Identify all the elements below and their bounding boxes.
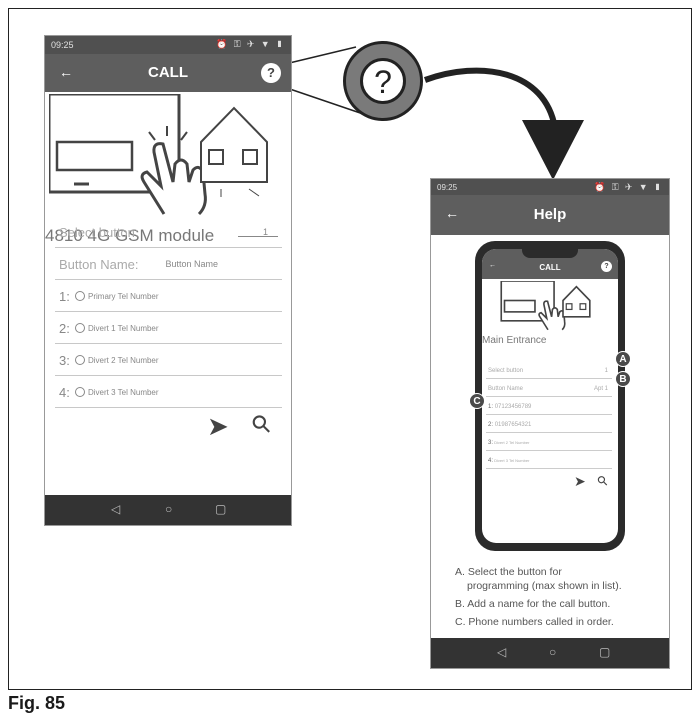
mockup-tel-index: 2: bbox=[488, 422, 494, 428]
send-icon[interactable]: ➤ bbox=[207, 411, 229, 442]
zoom-callout: ? bbox=[343, 41, 423, 121]
mockup-tel-index: 4: bbox=[488, 458, 494, 464]
tel-number-field[interactable]: Divert 3 Tel Number bbox=[88, 388, 159, 397]
nav-home-icon[interactable]: ○ bbox=[165, 502, 172, 516]
mockup-tel-text: Divert 3 Tel Number bbox=[494, 458, 530, 463]
mockup-name-value: Apt 1 bbox=[593, 386, 608, 392]
badge-c: C bbox=[469, 393, 485, 409]
mockup-select-row: Select button 1 bbox=[486, 361, 612, 379]
phone-icon bbox=[75, 355, 85, 365]
status-bar: 09:25 ⏰ ⚿ ✈ ▼ ▮ bbox=[431, 179, 669, 195]
tel-index: 3: bbox=[59, 353, 70, 368]
help-item-b: B. Add a name for the call button. bbox=[455, 598, 611, 610]
mockup-tel-text: 01987654321 bbox=[494, 422, 532, 428]
mockup-tel-index: 1: bbox=[488, 404, 494, 410]
nav-recents-icon[interactable]: ▢ bbox=[215, 502, 226, 516]
zoomed-help-icon: ? bbox=[360, 58, 406, 104]
mockup-search-icon: ⚲ bbox=[593, 471, 612, 490]
phone-icon bbox=[75, 323, 85, 333]
figure-label: Fig. 85 bbox=[8, 693, 66, 713]
mockup-send-icon: ➤ bbox=[574, 473, 586, 489]
help-item-a-cont: programming (max shown in list). bbox=[467, 580, 622, 592]
tel-row-1[interactable]: 1: Primary Tel Number bbox=[55, 280, 282, 312]
android-nav-bar: ◁ ○ ▢ bbox=[431, 638, 669, 668]
tel-number-field[interactable]: Primary Tel Number bbox=[88, 292, 159, 301]
select-underline bbox=[238, 236, 278, 237]
tel-index: 4: bbox=[59, 385, 70, 400]
nav-home-icon[interactable]: ○ bbox=[549, 645, 556, 659]
mockup-title: CALL bbox=[539, 263, 561, 272]
mockup-module-title: Main Entrance bbox=[482, 335, 547, 346]
tel-row-3[interactable]: 3: Divert 2 Tel Number bbox=[55, 344, 282, 376]
search-icon[interactable]: ⚲ bbox=[245, 408, 278, 441]
status-bar: 09:25 ⏰ ⚿ ✈ ▼ ▮ bbox=[45, 36, 291, 54]
tel-row-2[interactable]: 2: Divert 1 Tel Number bbox=[55, 312, 282, 344]
status-time: 09:25 bbox=[437, 183, 458, 192]
nav-back-icon[interactable]: ◁ bbox=[111, 502, 120, 516]
android-nav-bar: ◁ ○ ▢ bbox=[45, 495, 291, 525]
tel-number-field[interactable]: Divert 1 Tel Number bbox=[88, 324, 159, 333]
help-screen-phone: 09:25 ⏰ ⚿ ✈ ▼ ▮ ← Help ← CALL ? Main Ent… bbox=[430, 178, 670, 669]
door-entry-illustration bbox=[49, 94, 268, 216]
mockup-tel-text: Divert 2 Tel Number bbox=[494, 440, 530, 445]
help-item-a: A. Select the button for bbox=[455, 566, 562, 578]
tel-number-field[interactable]: Divert 2 Tel Number bbox=[88, 356, 159, 365]
mockup-tel-row-1: 1: 07123456789 bbox=[486, 397, 612, 415]
nav-back-icon[interactable]: ◁ bbox=[497, 645, 506, 659]
tel-index: 2: bbox=[59, 321, 70, 336]
button-name-input[interactable]: Button Name bbox=[165, 259, 218, 269]
app-bar: ← Help bbox=[431, 195, 669, 235]
select-button-label: Select button: bbox=[59, 225, 139, 240]
badge-b: B bbox=[615, 371, 631, 387]
help-item-c: C. Phone numbers called in order. bbox=[455, 616, 614, 628]
mockup-select-label: Select button bbox=[488, 368, 524, 374]
mockup-illustration bbox=[500, 281, 591, 331]
mockup-name-label: Button Name bbox=[488, 386, 524, 392]
phone-icon bbox=[75, 387, 85, 397]
button-name-row[interactable]: Button Name: Button Name bbox=[55, 248, 282, 280]
mockup-tel-row-3: 3: Divert 2 Tel Number bbox=[486, 433, 612, 451]
page-title: CALL bbox=[148, 64, 188, 81]
tel-index: 1: bbox=[59, 289, 70, 304]
page-title: Help bbox=[533, 206, 567, 223]
call-screen-phone: 09:25 ⏰ ⚿ ✈ ▼ ▮ ← CALL ? 4810 4G GSM mod… bbox=[44, 35, 292, 526]
mockup-tel-row-4: 4: Divert 3 Tel Number bbox=[486, 451, 612, 469]
mockup-tel-row-2: 2: 01987654321 bbox=[486, 415, 612, 433]
status-icons: ⏰ ⚿ ✈ ▼ ▮ bbox=[594, 182, 663, 192]
nav-recents-icon[interactable]: ▢ bbox=[599, 645, 610, 659]
app-bar: ← CALL ? bbox=[45, 54, 291, 92]
mockup-name-row: Button Name Apt 1 bbox=[486, 379, 612, 397]
help-instructions: A. Select the button for programming (ma… bbox=[455, 565, 667, 633]
badge-a: A bbox=[615, 351, 631, 367]
mockup-help-icon: ? bbox=[601, 261, 612, 272]
mockup-select-value: 1 bbox=[604, 368, 608, 374]
mockup-tel-text: 07123456789 bbox=[494, 404, 532, 410]
help-icon[interactable]: ? bbox=[261, 63, 281, 83]
mockup-tel-index: 3: bbox=[488, 440, 494, 446]
mockup-screen: ← CALL ? Main Entrance Select button 1 B… bbox=[482, 249, 618, 543]
status-icons: ⏰ ⚿ ✈ ▼ ▮ bbox=[216, 39, 285, 49]
phone-mockup: ← CALL ? Main Entrance Select button 1 B… bbox=[475, 241, 625, 551]
status-time: 09:25 bbox=[51, 40, 74, 50]
tel-row-4[interactable]: 4: Divert 3 Tel Number bbox=[55, 376, 282, 408]
phone-icon bbox=[75, 291, 85, 301]
button-name-label: Button Name: bbox=[59, 257, 139, 272]
phone-notch bbox=[522, 249, 578, 258]
select-button-row[interactable]: Select button: 1 bbox=[55, 216, 282, 248]
